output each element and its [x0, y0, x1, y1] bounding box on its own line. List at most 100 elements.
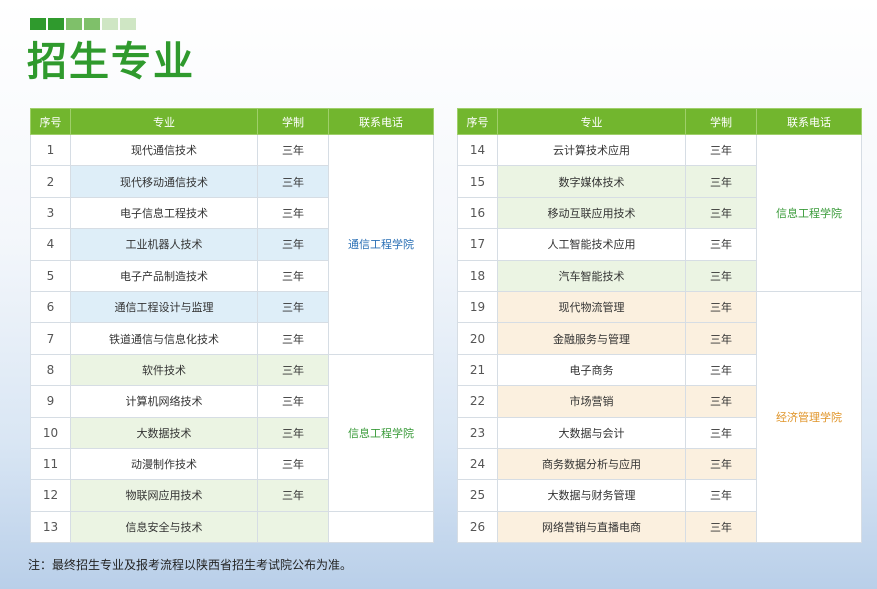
- majors-table-right: 序号 专业 学制 联系电话 14 云计算技术应用 三年 信息工程学院 15 数字媒体技术三…: [457, 108, 862, 544]
- seq-cell: 20: [457, 322, 498, 355]
- seq-cell: 22: [457, 385, 498, 418]
- seq-cell: 19: [457, 290, 498, 324]
- table-row: 13 信息安全与技术: [30, 510, 434, 544]
- years-cell: 三年: [257, 479, 329, 512]
- decor-square: [102, 18, 118, 30]
- seq-cell: 21: [457, 353, 498, 387]
- years-cell: 三年: [257, 447, 329, 481]
- seq-cell: 5: [30, 259, 71, 292]
- seq-cell: 16: [457, 196, 498, 230]
- college-cell: 信息工程学院: [328, 353, 434, 512]
- years-cell: 三年: [685, 133, 757, 167]
- seq-cell: 15: [457, 165, 498, 198]
- title-decoration-squares: [30, 18, 136, 30]
- major-cell: 市场营销: [497, 385, 686, 418]
- major-cell: 动漫制作技术: [70, 447, 258, 481]
- decor-square: [30, 18, 46, 30]
- major-cell: 现代通信技术: [70, 133, 258, 167]
- seq-cell: 26: [457, 510, 498, 544]
- major-cell: 数字媒体技术: [497, 165, 686, 198]
- years-cell: 三年: [685, 259, 757, 292]
- college-cell: 经济管理学院: [756, 290, 862, 544]
- seq-cell: 10: [30, 416, 71, 449]
- decor-square: [66, 18, 82, 30]
- major-cell: 商务数据分析与应用: [497, 447, 686, 481]
- decor-square: [84, 18, 100, 30]
- table-header-row: 序号 专业 学制 联系电话: [457, 108, 862, 135]
- major-cell: 现代物流管理: [497, 290, 686, 324]
- years-cell: 三年: [685, 510, 757, 544]
- years-cell: 三年: [685, 447, 757, 481]
- header-years: 学制: [257, 108, 329, 135]
- years-cell: 三年: [257, 165, 329, 198]
- years-cell: 三年: [257, 353, 329, 387]
- major-cell: 大数据与财务管理: [497, 479, 686, 512]
- header-years: 学制: [685, 108, 757, 135]
- seq-cell: 7: [30, 322, 71, 355]
- seq-cell: 1: [30, 133, 71, 167]
- major-cell: 大数据技术: [70, 416, 258, 449]
- header-seq: 序号: [457, 108, 498, 135]
- seq-cell: 13: [30, 510, 71, 544]
- seq-cell: 4: [30, 228, 71, 261]
- major-cell: 云计算技术应用: [497, 133, 686, 167]
- years-cell: 三年: [685, 479, 757, 512]
- major-cell: 物联网应用技术: [70, 479, 258, 512]
- years-cell: 三年: [257, 322, 329, 355]
- decor-square: [48, 18, 64, 30]
- years-cell: 三年: [685, 228, 757, 261]
- seq-cell: 25: [457, 479, 498, 512]
- years-cell: 三年: [685, 165, 757, 198]
- seq-cell: 17: [457, 228, 498, 261]
- years-cell: 三年: [257, 290, 329, 324]
- years-cell: 三年: [685, 353, 757, 387]
- years-cell: 三年: [685, 290, 757, 324]
- seq-cell: 3: [30, 196, 71, 230]
- header-phone: 联系电话: [328, 108, 434, 135]
- years-cell: 三年: [685, 416, 757, 449]
- seq-cell: 2: [30, 165, 71, 198]
- college-cell: 通信工程学院: [328, 134, 434, 355]
- major-cell: 电子商务: [497, 353, 686, 387]
- table-row: 14 云计算技术应用 三年 信息工程学院: [457, 133, 862, 292]
- major-cell: 工业机器人技术: [70, 228, 258, 261]
- major-cell: 铁道通信与信息化技术: [70, 322, 258, 355]
- seq-cell: 14: [457, 133, 498, 167]
- years-cell: 三年: [257, 385, 329, 418]
- table-row: 19 现代物流管理 三年 经济管理学院: [457, 290, 862, 544]
- major-cell: 人工智能技术应用: [497, 228, 686, 261]
- major-cell: 网络营销与直播电商: [497, 510, 686, 544]
- major-cell: 软件技术: [70, 353, 258, 387]
- seq-cell: 18: [457, 259, 498, 292]
- major-cell: 移动互联应用技术: [497, 196, 686, 230]
- major-cell: 大数据与会计: [497, 416, 686, 449]
- decor-square: [120, 18, 136, 30]
- seq-cell: 23: [457, 416, 498, 449]
- header-seq: 序号: [30, 108, 71, 135]
- years-cell: 三年: [257, 228, 329, 261]
- college-cell: [328, 510, 434, 544]
- seq-cell: 6: [30, 290, 71, 324]
- college-cell: 信息工程学院: [756, 134, 862, 292]
- header-major: 专业: [70, 108, 258, 135]
- seq-cell: 8: [30, 353, 71, 387]
- years-cell: 三年: [685, 385, 757, 418]
- years-cell: 三年: [257, 196, 329, 230]
- major-cell: 电子产品制造技术: [70, 259, 258, 292]
- major-cell: 汽车智能技术: [497, 259, 686, 292]
- major-cell: 通信工程设计与监理: [70, 290, 258, 324]
- majors-table-left: 序号 专业 学制 联系电话 1 现代通信技术 三年 通信工程学院 2 现代移动通信技术 三年…: [30, 108, 434, 544]
- years-cell: 三年: [257, 259, 329, 292]
- table-row: 8 软件技术 三年 信息工程学院: [30, 353, 434, 512]
- header-phone: 联系电话: [756, 108, 862, 135]
- major-cell: 信息安全与技术: [70, 510, 258, 544]
- years-cell: [257, 510, 329, 544]
- footer-note: 注：最终招生专业及报考流程以陕西省招生考试院公布为准。: [28, 558, 353, 572]
- major-cell: 现代移动通信技术: [70, 165, 258, 198]
- table-header-row: 序号 专业 学制 联系电话: [30, 108, 434, 135]
- years-cell: 三年: [685, 322, 757, 355]
- major-cell: 计算机网络技术: [70, 385, 258, 418]
- years-cell: 三年: [257, 416, 329, 449]
- major-cell: 电子信息工程技术: [70, 196, 258, 230]
- years-cell: 三年: [685, 196, 757, 230]
